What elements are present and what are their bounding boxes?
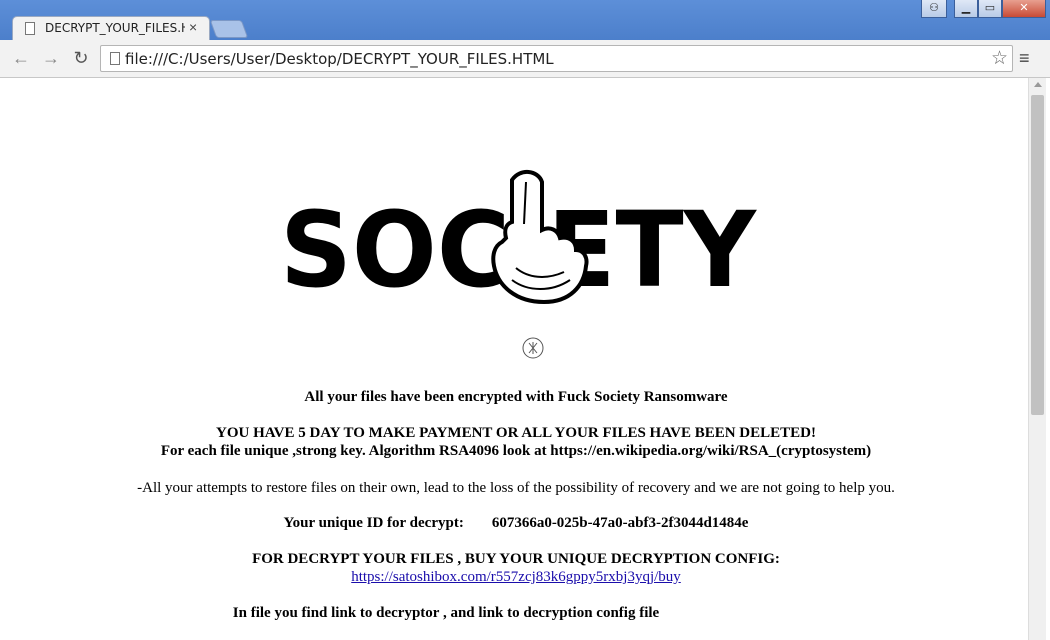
user-profile-button[interactable]: ⚇ [921, 0, 947, 18]
address-bar[interactable]: ☆ [100, 45, 1013, 72]
menu-icon[interactable]: ≡ [1019, 48, 1030, 69]
decryptor-info: In file you find link to decryptor , and… [232, 605, 660, 621]
society-logo: SOCIETY [280, 170, 758, 308]
scrollbar-thumb[interactable] [1031, 95, 1044, 415]
minimize-button[interactable]: ▁ [954, 0, 978, 18]
reload-icon[interactable]: ↻ [70, 48, 92, 69]
unique-id-label: Your unique ID for decrypt: [283, 515, 464, 531]
new-tab-button[interactable] [209, 20, 249, 38]
deadline-warning: YOU HAVE 5 DAY TO MAKE PAYMENT OR ALL YO… [216, 425, 816, 441]
url-input[interactable] [125, 49, 985, 68]
unique-id-value: 607366a0-025b-47a0-abf3-2f3044d1484e [491, 515, 749, 531]
title-bar: DECRYPT_YOUR_FILES.HTML × ⚇ ▁ ▭ ✕ [0, 0, 1050, 40]
page-content: SOCIETY All your files have been encrypt… [4, 78, 1028, 640]
forward-arrow-icon[interactable]: → [40, 48, 62, 69]
unique-id-line: Your unique ID for decrypt: 607366a0-025b… [4, 515, 1028, 532]
document-icon [25, 22, 35, 35]
recovery-warning: -All your attempts to restore files on t… [137, 480, 895, 496]
scroll-up-icon[interactable] [1034, 82, 1042, 87]
browser-toolbar: ← → ↻ ☆ ≡ [0, 40, 1050, 78]
buy-config-heading: FOR DECRYPT YOUR FILES , BUY YOUR UNIQUE… [252, 551, 780, 567]
buy-link[interactable]: https://satoshibox.com/r557zcj83k6gppy5r… [351, 569, 681, 585]
buy-link-line: https://satoshibox.com/r557zcj83k6gppy5r… [4, 569, 1028, 586]
maximize-button[interactable]: ▭ [978, 0, 1002, 18]
encrypted-notice: All your files have been encrypted with … [304, 389, 728, 405]
bookmark-star-icon[interactable]: ☆ [991, 47, 1008, 70]
emblem-icon [522, 337, 544, 359]
key-info: For each file unique ,strong key. Algori… [160, 443, 872, 459]
tab-title: DECRYPT_YOUR_FILES.HTML [45, 21, 185, 35]
vertical-scrollbar[interactable] [1028, 78, 1046, 640]
page-icon [110, 52, 120, 65]
close-window-button[interactable]: ✕ [1002, 0, 1046, 18]
browser-tab[interactable]: DECRYPT_YOUR_FILES.HTML × [12, 16, 210, 40]
back-arrow-icon[interactable]: ← [10, 48, 32, 69]
tab-close-icon[interactable]: × [189, 19, 197, 35]
